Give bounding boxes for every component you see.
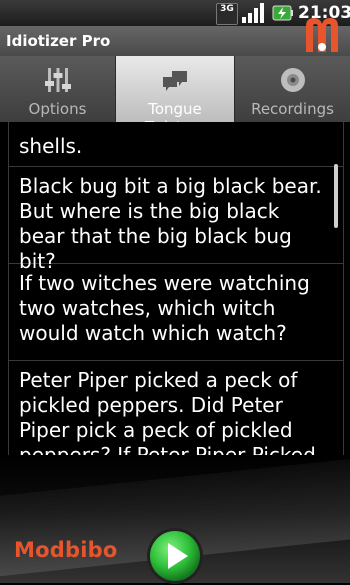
disc-icon bbox=[280, 68, 305, 92]
speech-bubbles-icon bbox=[163, 71, 187, 91]
tab-options[interactable]: Options bbox=[0, 56, 116, 122]
tab-options-label: Options bbox=[28, 100, 87, 118]
list-item[interactable]: Peter Piper picked a peck of pickled pep… bbox=[9, 361, 343, 455]
list-scrollbar[interactable] bbox=[334, 164, 338, 228]
twister-text: Black bug bit a big black bear. But wher… bbox=[19, 174, 322, 273]
title-bar: Idiotizer Pro bbox=[0, 18, 350, 56]
twister-text: Peter Piper picked a peck of pickled pep… bbox=[19, 368, 316, 455]
tongue-twister-list[interactable]: shells. Black bug bit a big black bear. … bbox=[8, 122, 344, 455]
twister-text: If two witches were watching two watches… bbox=[19, 271, 310, 345]
modbibo-m-logo-icon bbox=[306, 18, 338, 52]
network-type-indicator: 3G bbox=[216, 3, 238, 25]
sliders-icon bbox=[44, 68, 71, 92]
tab-recordings-label: Recordings bbox=[251, 100, 334, 118]
app-title: Idiotizer Pro bbox=[6, 32, 111, 50]
signal-strength-icon bbox=[242, 3, 264, 23]
modbibo-logo: Modbibo bbox=[14, 538, 118, 562]
tab-recordings[interactable]: Recordings bbox=[235, 56, 350, 122]
twister-text: shells. bbox=[19, 134, 83, 158]
tab-tongue-twisters[interactable]: Tongue Twisters bbox=[116, 56, 235, 136]
list-item[interactable]: Black bug bit a big black bear. But wher… bbox=[9, 167, 343, 273]
battery-charging-icon bbox=[272, 5, 293, 21]
bottom-bar: Modbibo bbox=[0, 450, 350, 585]
play-button[interactable] bbox=[146, 527, 204, 585]
tab-bar: Options Tongue Twisters Recordings bbox=[0, 56, 350, 136]
list-item[interactable]: shells. bbox=[9, 122, 343, 167]
list-item[interactable]: If two witches were watching two watches… bbox=[9, 264, 343, 361]
status-bar: 3G 21:03 bbox=[0, 0, 350, 26]
